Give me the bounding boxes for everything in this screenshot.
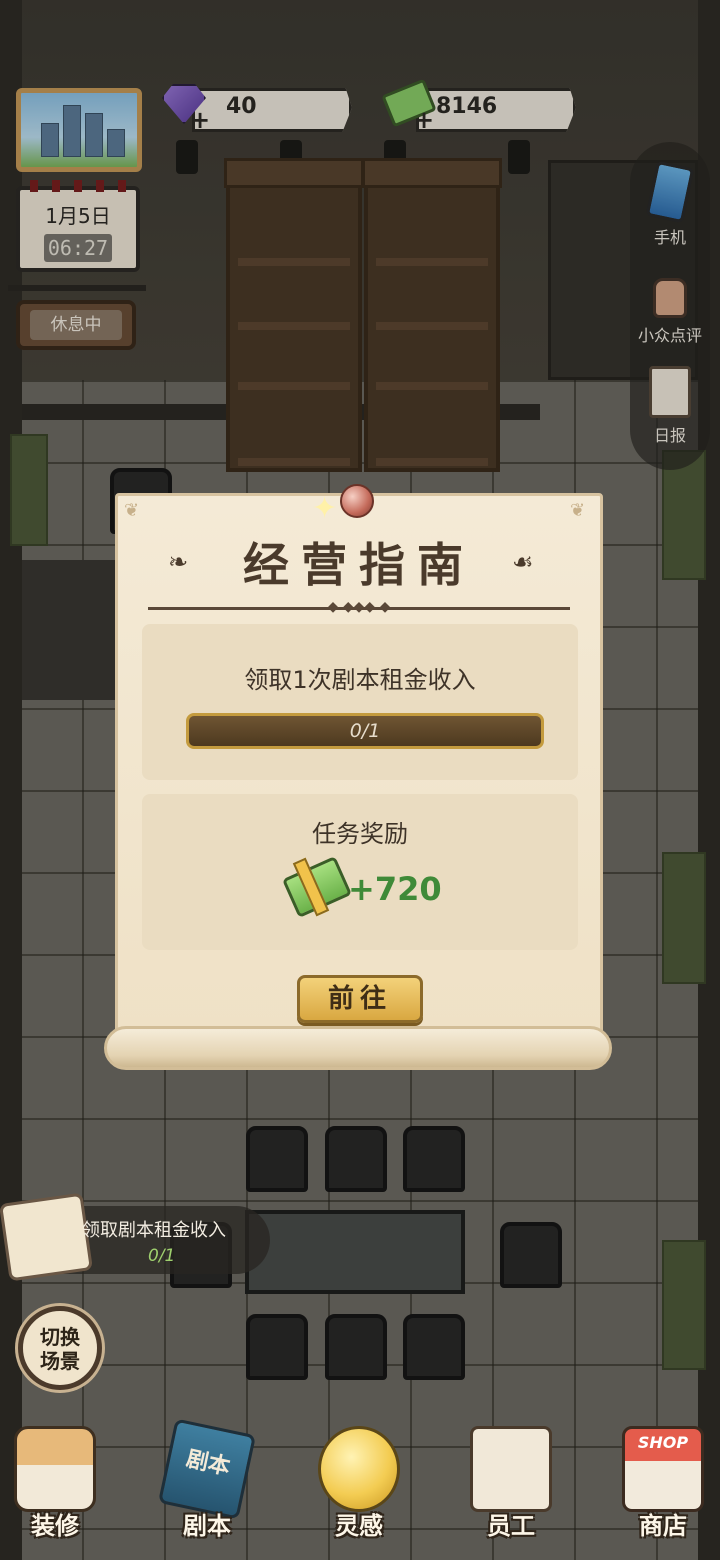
nav-scripts-label: 剧本 [183, 1512, 231, 1540]
progress-text: 0/1 [349, 720, 381, 742]
task-panel [142, 624, 578, 780]
house-icon [14, 1426, 96, 1512]
nav-staff-label: 员工 [487, 1512, 535, 1540]
nav-scripts[interactable]: 剧本 剧本 [152, 1418, 262, 1550]
lightbulb-icon [318, 1426, 400, 1512]
script-book-icon-text: 剧本 [184, 1446, 233, 1481]
task-progress-bar: 0/1 [186, 713, 544, 749]
nav-decorate-label: 装修 [31, 1512, 79, 1540]
staff-badge-icon [470, 1426, 552, 1512]
shop-icon: SHOP [622, 1426, 704, 1512]
scroll-roll [104, 1026, 612, 1070]
nav-inspiration[interactable]: 灵感 [304, 1420, 414, 1550]
divider-ornament-icon: ◆ ◆◆◆ ◆ [327, 599, 391, 615]
sparkle-icon: ✦ [312, 491, 338, 526]
switch-scene-label: 切换场景 [40, 1325, 80, 1373]
pushpin-icon [340, 484, 374, 518]
script-book-icon: 剧本 [157, 1418, 257, 1520]
task-description: 领取1次剧本租金收入 [244, 666, 476, 694]
quest-progress: 0/1 [148, 1246, 176, 1266]
switch-scene-button[interactable]: 切换场景 [18, 1306, 102, 1390]
modal-title-wrap: 经营指南 [115, 530, 603, 600]
modal-title: 经营指南 [243, 538, 475, 592]
nav-staff[interactable]: 员工 [456, 1420, 566, 1550]
corner-ornament-icon: ❦ [570, 500, 586, 521]
corner-ornament-icon: ❦ [124, 500, 140, 521]
reward-title: 任务奖励 [312, 820, 408, 848]
reward-amount: +720 [348, 870, 442, 908]
go-button[interactable]: 前往 [297, 975, 423, 1023]
quest-label: 领取剧本租金收入 [82, 1220, 226, 1241]
nav-shop[interactable]: SHOP 商店 [608, 1420, 718, 1550]
quest-scroll-icon[interactable] [0, 1192, 94, 1282]
shop-icon-text: SHOP [637, 1433, 689, 1452]
nav-shop-label: 商店 [639, 1512, 687, 1540]
nav-decorate[interactable]: 装修 [0, 1420, 110, 1550]
nav-inspiration-label: 灵感 [335, 1512, 383, 1540]
